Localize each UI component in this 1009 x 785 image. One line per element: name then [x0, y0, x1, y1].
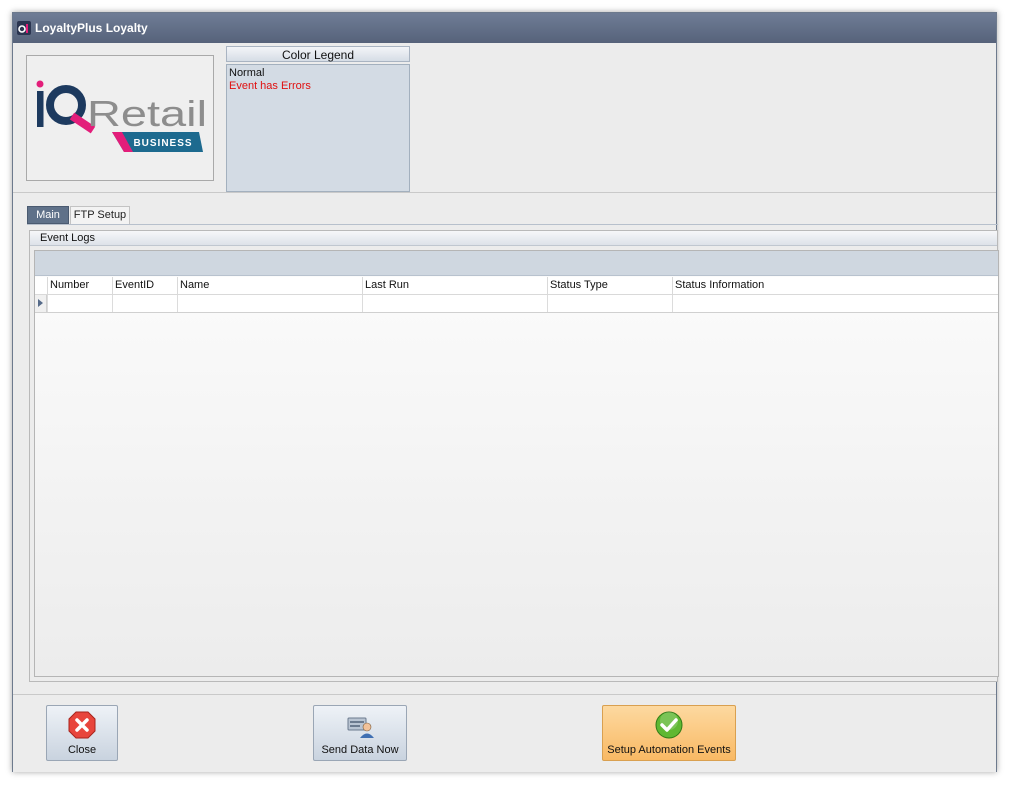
- tab-underline: [27, 224, 998, 225]
- row-indicator-header: [35, 277, 47, 294]
- table-row[interactable]: [35, 295, 998, 313]
- color-legend-list: Normal Event has Errors: [226, 64, 410, 192]
- column-header-number[interactable]: Number: [47, 277, 112, 294]
- column-header-status-information[interactable]: Status Information: [672, 277, 998, 294]
- logo-wordmark: Retail: [87, 93, 207, 134]
- footer-toolbar: Close Send Data Now Setup Automation Eve…: [13, 695, 996, 772]
- close-button[interactable]: Close: [46, 705, 118, 761]
- tab-ftp-setup[interactable]: FTP Setup: [70, 206, 130, 224]
- grid-header-row: Number EventID Name Last Run Status Type…: [35, 277, 998, 295]
- company-logo: Retail BUSINESS: [26, 55, 214, 181]
- table-cell[interactable]: [47, 295, 112, 312]
- table-cell[interactable]: [177, 295, 362, 312]
- logo-badge: BUSINESS: [133, 138, 192, 149]
- event-logs-group: Event Logs Number EventID Name Last Run …: [29, 230, 999, 682]
- column-header-last-run[interactable]: Last Run: [362, 277, 547, 294]
- title-bar: LoyaltyPlus Loyalty: [13, 13, 996, 43]
- send-data-icon: [347, 717, 374, 738]
- close-x-icon: [68, 711, 96, 739]
- group-by-panel[interactable]: [35, 251, 998, 276]
- tab-main[interactable]: Main: [27, 206, 69, 224]
- color-legend-title: Color Legend: [226, 46, 410, 62]
- table-cell[interactable]: [112, 295, 177, 312]
- current-row-arrow-icon: [38, 299, 43, 307]
- setup-automation-events-button[interactable]: Setup Automation Events: [602, 705, 736, 761]
- column-header-status-type[interactable]: Status Type: [547, 277, 672, 294]
- row-indicator: [35, 295, 47, 312]
- checkmark-icon: [655, 711, 683, 739]
- app-window: LoyaltyPlus Loyalty Retail BUSINESS Colo…: [12, 12, 999, 772]
- table-cell[interactable]: [362, 295, 547, 312]
- table-cell[interactable]: [547, 295, 672, 312]
- legend-item-error: Event has Errors: [229, 80, 311, 92]
- event-logs-grid[interactable]: Number EventID Name Last Run Status Type…: [34, 250, 999, 677]
- event-logs-header: Event Logs: [30, 231, 997, 246]
- header-divider: [13, 192, 996, 193]
- table-cell[interactable]: [672, 295, 998, 312]
- send-data-now-button[interactable]: Send Data Now: [313, 705, 407, 761]
- app-logo-icon: [17, 21, 31, 35]
- send-data-now-label: Send Data Now: [321, 744, 399, 756]
- color-legend: Color Legend Normal Event has Errors: [226, 46, 410, 192]
- legend-item-normal: Normal: [229, 67, 265, 79]
- column-header-name[interactable]: Name: [177, 277, 362, 294]
- window-title: LoyaltyPlus Loyalty: [35, 21, 148, 35]
- setup-automation-events-label: Setup Automation Events: [607, 744, 731, 756]
- event-logs-title: Event Logs: [40, 232, 96, 244]
- column-header-eventid[interactable]: EventID: [112, 277, 177, 294]
- close-button-label: Close: [67, 744, 97, 756]
